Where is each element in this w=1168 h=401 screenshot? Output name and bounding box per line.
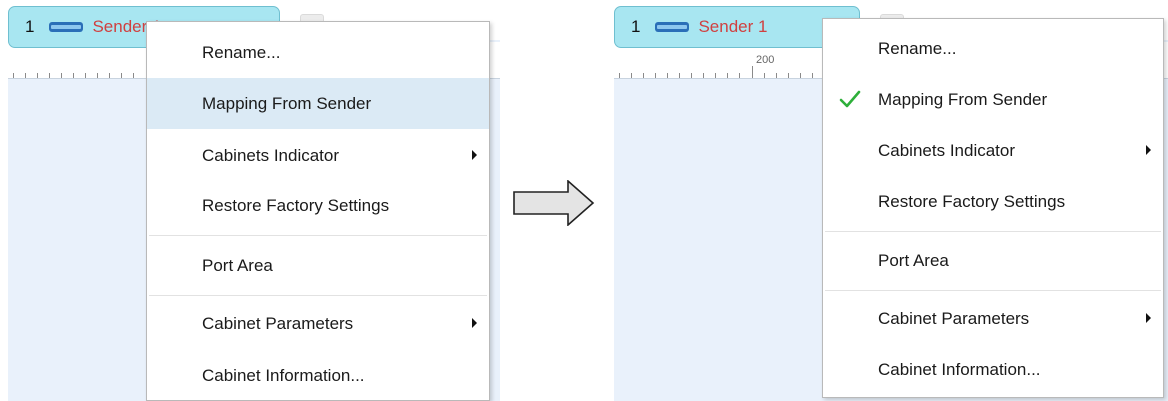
- menu-item-label: Cabinet Parameters: [202, 313, 354, 333]
- menu-separator: [149, 235, 487, 236]
- ruler-label: 200: [756, 54, 775, 66]
- menu-item-label: Mapping From Sender: [878, 89, 1048, 109]
- menu-item-cabinets-indicator[interactable]: Cabinets Indicator: [147, 130, 489, 181]
- menu-item-label: Restore Factory Settings: [878, 191, 1066, 211]
- menu-separator: [825, 290, 1161, 291]
- submenu-arrow-icon: [472, 318, 477, 328]
- menu-item-cabinets-indicator[interactable]: Cabinets Indicator: [823, 125, 1163, 176]
- menu-item-rename[interactable]: Rename...: [147, 27, 489, 78]
- menu-item-restore-factory-settings[interactable]: Restore Factory Settings: [823, 176, 1163, 227]
- menu-item-port-area[interactable]: Port Area: [823, 235, 1163, 286]
- submenu-arrow-icon: [1146, 145, 1151, 155]
- before-panel: 1 Sender 1 Rename... Mapping From Sender…: [0, 0, 500, 401]
- after-panel: 200 1 Sender 1 Rename... Mapping From Se…: [606, 0, 1168, 401]
- submenu-arrow-icon: [1146, 313, 1151, 323]
- tab-label: Sender 1: [698, 17, 768, 36]
- menu-item-mapping-from-sender[interactable]: Mapping From Sender: [823, 74, 1163, 125]
- menu-item-label: Cabinets Indicator: [202, 145, 340, 165]
- menu-item-label: Cabinet Information...: [878, 359, 1041, 379]
- menu-item-restore-factory-settings[interactable]: Restore Factory Settings: [147, 180, 489, 231]
- sender-device-icon: [655, 22, 690, 32]
- menu-item-label: Port Area: [878, 250, 949, 270]
- menu-separator: [149, 295, 487, 296]
- menu-item-label: Cabinet Information...: [202, 365, 365, 385]
- menu-item-mapping-from-sender[interactable]: Mapping From Sender: [147, 78, 489, 129]
- checkmark-icon: [839, 90, 861, 108]
- menu-item-cabinet-parameters[interactable]: Cabinet Parameters: [147, 298, 489, 349]
- menu-item-rename[interactable]: Rename...: [823, 23, 1163, 74]
- menu-item-cabinet-information[interactable]: Cabinet Information...: [147, 350, 489, 401]
- menu-item-label: Mapping From Sender: [202, 93, 372, 113]
- menu-item-label: Rename...: [202, 42, 281, 62]
- menu-item-port-area[interactable]: Port Area: [147, 240, 489, 291]
- context-menu: Rename... Mapping From Sender Cabinets I…: [822, 18, 1164, 398]
- menu-separator: [825, 231, 1161, 232]
- right-arrow-icon: [513, 180, 595, 226]
- menu-item-label: Cabinets Indicator: [878, 140, 1016, 160]
- tab-number: 1: [631, 17, 641, 36]
- sender-device-icon: [49, 22, 84, 32]
- context-menu: Rename... Mapping From Sender Cabinets I…: [146, 21, 490, 401]
- menu-item-label: Port Area: [202, 255, 273, 275]
- tab-number: 1: [25, 17, 35, 36]
- submenu-arrow-icon: [472, 150, 477, 160]
- menu-item-cabinet-parameters[interactable]: Cabinet Parameters: [823, 293, 1163, 344]
- menu-item-label: Restore Factory Settings: [202, 195, 390, 215]
- menu-item-label: Rename...: [878, 38, 957, 58]
- menu-item-label: Cabinet Parameters: [878, 308, 1030, 328]
- menu-item-cabinet-information[interactable]: Cabinet Information...: [823, 344, 1163, 395]
